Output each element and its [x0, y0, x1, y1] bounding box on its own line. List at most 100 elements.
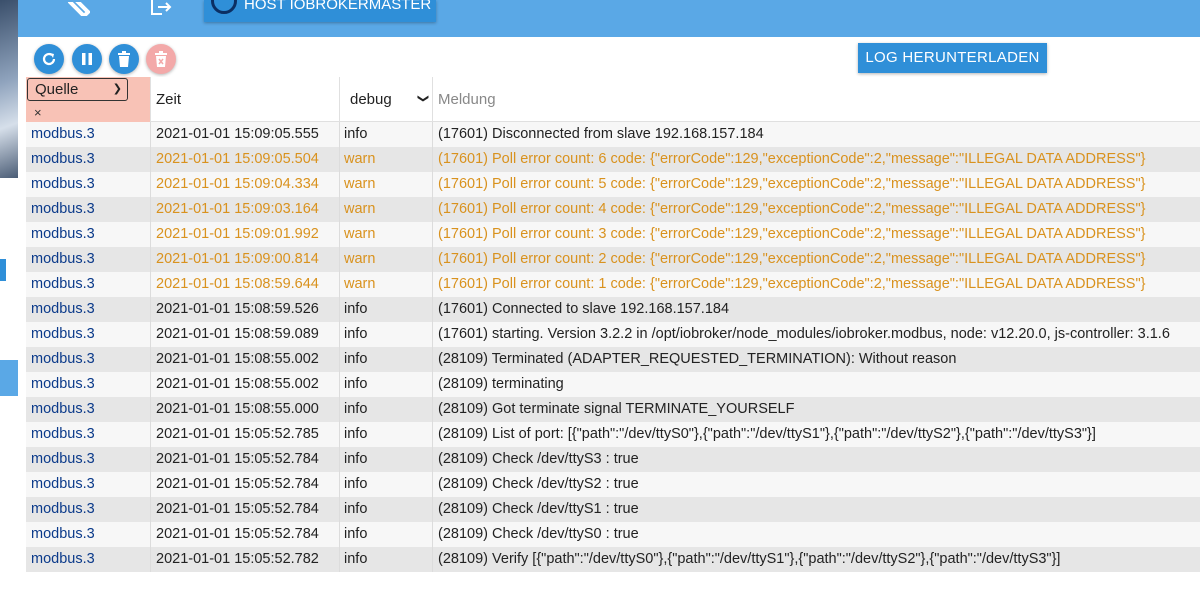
log-rows: modbus.3 2021-01-01 15:09:05.555 info (1760… [26, 122, 1200, 572]
table-row: modbus.3 2021-01-01 15:05:52.784 info (2810… [26, 447, 1200, 472]
source-cell: modbus.3 [26, 172, 151, 197]
level-cell: info [340, 297, 433, 322]
table-row: modbus.3 2021-01-01 15:05:52.784 info (2810… [26, 497, 1200, 522]
source-filter-cell: Quelle ❯ × [26, 77, 151, 122]
level-cell: info [340, 522, 433, 547]
background-image-strip [0, 0, 18, 178]
delete-log-button[interactable] [109, 44, 139, 74]
source-cell: modbus.3 [26, 447, 151, 472]
level-cell: warn [340, 172, 433, 197]
source-cell: modbus.3 [26, 297, 151, 322]
time-cell: 2021-01-01 15:09:05.504 [151, 147, 340, 172]
source-cell: modbus.3 [26, 147, 151, 172]
level-cell: info [340, 497, 433, 522]
table-row: modbus.3 2021-01-01 15:08:55.002 info (2810… [26, 347, 1200, 372]
top-bar: HOST IOBROKERMASTER [18, 0, 1200, 37]
time-cell: 2021-01-01 15:09:00.814 [151, 247, 340, 272]
table-row: modbus.3 2021-01-01 15:08:59.089 info (1760… [26, 322, 1200, 347]
table-row: modbus.3 2021-01-01 15:08:59.644 warn (1760… [26, 272, 1200, 297]
pause-button[interactable] [72, 44, 102, 74]
source-cell: modbus.3 [26, 497, 151, 522]
refresh-button[interactable] [34, 44, 64, 74]
message-filter-input[interactable]: Meldung [433, 77, 1200, 122]
source-select-value: Quelle [35, 81, 79, 98]
source-cell: modbus.3 [26, 547, 151, 572]
level-cell: info [340, 397, 433, 422]
message-cell: (28109) Check /dev/ttyS0 : true [438, 526, 639, 542]
source-select[interactable]: Quelle ❯ [27, 78, 128, 101]
table-row: modbus.3 2021-01-01 15:05:52.784 info (2810… [26, 472, 1200, 497]
side-selected-item[interactable] [0, 360, 18, 396]
table-row: modbus.3 2021-01-01 15:09:03.164 warn (1760… [26, 197, 1200, 222]
source-cell: modbus.3 [26, 522, 151, 547]
host-label: HOST IOBROKERMASTER [244, 0, 432, 13]
level-cell: info [340, 372, 433, 397]
delete-icon [118, 51, 130, 67]
source-cell: modbus.3 [26, 472, 151, 497]
logout-icon[interactable] [148, 0, 172, 22]
time-cell: 2021-01-01 15:09:04.334 [151, 172, 340, 197]
table-row: modbus.3 2021-01-01 15:09:01.992 warn (1760… [26, 222, 1200, 247]
message-cell: (28109) Got terminate signal TERMINATE_Y… [438, 401, 795, 417]
table-header: Quelle ❯ × Zeit debug ❯ Meldung [26, 77, 1200, 122]
message-cell: (28109) Verify [{"path":"/dev/ttyS0"},{"… [438, 551, 1061, 567]
source-cell: modbus.3 [26, 422, 151, 447]
table-row: modbus.3 2021-01-01 15:09:00.814 warn (1760… [26, 247, 1200, 272]
message-cell: (17601) Disconnected from slave 192.168.… [438, 126, 764, 142]
table-row: modbus.3 2021-01-01 15:09:04.334 warn (1760… [26, 172, 1200, 197]
message-cell: (17601) starting. Version 3.2.2 in /opt/… [438, 326, 1170, 342]
time-cell: 2021-01-01 15:08:59.644 [151, 272, 340, 297]
level-select-value: debug [350, 91, 392, 108]
level-cell: info [340, 547, 433, 572]
time-cell: 2021-01-01 15:05:52.784 [151, 522, 340, 547]
source-cell: modbus.3 [26, 347, 151, 372]
host-selector-button[interactable]: HOST IOBROKERMASTER [204, 0, 436, 22]
level-select[interactable]: debug ❯ [340, 77, 433, 122]
level-cell: info [340, 347, 433, 372]
delete-disabled-icon [155, 51, 167, 67]
table-row: modbus.3 2021-01-01 15:05:52.784 info (2810… [26, 522, 1200, 547]
time-cell: 2021-01-01 15:09:01.992 [151, 222, 340, 247]
level-cell: warn [340, 197, 433, 222]
time-cell: 2021-01-01 15:09:05.555 [151, 122, 340, 147]
time-header: Zeit [151, 77, 340, 122]
wrench-icon[interactable] [66, 0, 91, 22]
table-row: modbus.3 2021-01-01 15:08:59.526 info (1760… [26, 297, 1200, 322]
message-cell: (17601) Poll error count: 4 code: {"erro… [438, 201, 1146, 217]
level-cell: info [340, 472, 433, 497]
time-cell: 2021-01-01 15:05:52.784 [151, 472, 340, 497]
message-cell: (28109) Check /dev/ttyS1 : true [438, 501, 639, 517]
table-row: modbus.3 2021-01-01 15:05:52.785 info (2810… [26, 422, 1200, 447]
time-cell: 2021-01-01 15:08:55.002 [151, 347, 340, 372]
source-cell: modbus.3 [26, 397, 151, 422]
time-cell: 2021-01-01 15:05:52.784 [151, 497, 340, 522]
time-cell: 2021-01-01 15:05:52.782 [151, 547, 340, 572]
table-row: modbus.3 2021-01-01 15:09:05.555 info (1760… [26, 122, 1200, 147]
time-cell: 2021-01-01 15:05:52.784 [151, 447, 340, 472]
message-cell: (28109) Check /dev/ttyS3 : true [438, 451, 639, 467]
source-cell: modbus.3 [26, 222, 151, 247]
message-cell: (17601) Poll error count: 1 code: {"erro… [438, 276, 1146, 292]
source-cell: modbus.3 [26, 247, 151, 272]
source-cell: modbus.3 [26, 122, 151, 147]
time-cell: 2021-01-01 15:08:59.089 [151, 322, 340, 347]
table-row: modbus.3 2021-01-01 15:08:55.000 info (2810… [26, 397, 1200, 422]
download-log-button[interactable]: LOG HERUNTERLADEN [858, 43, 1047, 73]
chevron-down-icon: ❯ [416, 93, 429, 104]
message-cell: (17601) Connected to slave 192.168.157.1… [438, 301, 730, 317]
level-cell: warn [340, 147, 433, 172]
chevron-down-icon: ❯ [112, 83, 122, 95]
message-cell: (17601) Poll error count: 5 code: {"erro… [438, 176, 1146, 192]
delete-all-button[interactable] [146, 44, 176, 74]
level-cell: info [340, 422, 433, 447]
source-clear-button[interactable]: × [34, 105, 42, 120]
time-cell: 2021-01-01 15:08:55.000 [151, 397, 340, 422]
message-cell: (17601) Poll error count: 3 code: {"erro… [438, 226, 1146, 242]
source-cell: modbus.3 [26, 197, 151, 222]
level-cell: warn [340, 222, 433, 247]
time-cell: 2021-01-01 15:09:03.164 [151, 197, 340, 222]
table-row: modbus.3 2021-01-01 15:08:55.002 info (2810… [26, 372, 1200, 397]
host-status-ring-icon [211, 0, 237, 14]
level-cell: info [340, 122, 433, 147]
pause-icon [82, 53, 92, 65]
